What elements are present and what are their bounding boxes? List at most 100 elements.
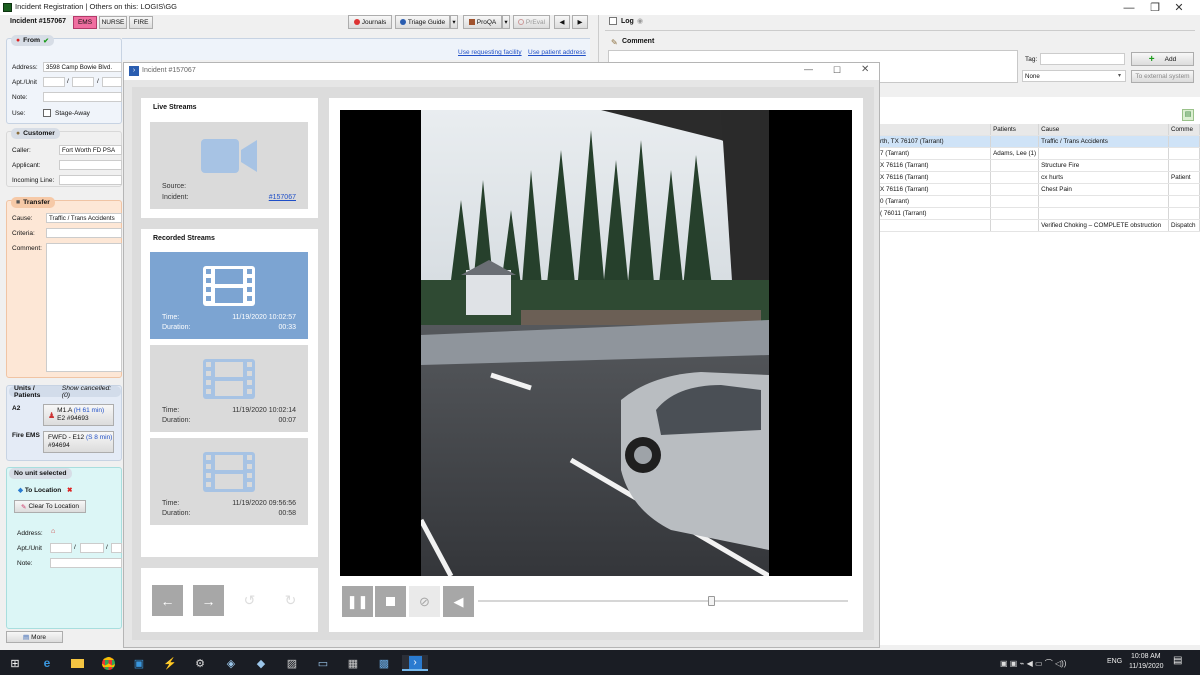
table-row[interactable]: X 76116 (Tarrant) Structure Fire bbox=[878, 159, 1200, 173]
recording-tile-3[interactable]: Time: Duration: 11/19/2020 09:56:56 00:5… bbox=[150, 438, 308, 525]
tag-field[interactable] bbox=[1040, 53, 1125, 65]
caller-label: Caller: bbox=[12, 147, 31, 154]
applicant-field[interactable] bbox=[59, 160, 122, 170]
eye-icon[interactable]: ◉ bbox=[637, 17, 643, 25]
log-checkbox[interactable] bbox=[609, 17, 617, 25]
results-header-cell[interactable]: Patients bbox=[990, 124, 1040, 137]
start-icon[interactable]: ⊞ bbox=[5, 655, 25, 671]
triage-guide-button[interactable]: Triage Guide bbox=[395, 15, 450, 29]
use-requesting-facility-link[interactable]: Use requesting facility bbox=[458, 49, 522, 56]
to-apt-field-3[interactable] bbox=[111, 543, 122, 553]
recording-1-duration: 00:33 bbox=[278, 324, 296, 331]
use-patient-address-link[interactable]: Use patient address bbox=[528, 49, 586, 56]
tab-ems[interactable]: EMS bbox=[73, 16, 97, 29]
title-bar: Incident Registration | Others on this: … bbox=[0, 0, 1200, 15]
dialog-maximize-button[interactable]: ☐ bbox=[833, 65, 841, 76]
results-header-cell[interactable] bbox=[878, 124, 992, 137]
comment-textarea[interactable] bbox=[46, 243, 122, 372]
app-icon-9[interactable]: ▨ bbox=[282, 655, 302, 671]
to-external-button[interactable]: To external system bbox=[1131, 70, 1194, 83]
file-explorer-icon[interactable] bbox=[67, 655, 87, 671]
proqa-icon bbox=[468, 19, 475, 25]
table-row[interactable]: X 76116 (Tarrant) cx hurts Patient bbox=[878, 171, 1200, 184]
more-button[interactable]: ▤ More bbox=[6, 631, 63, 643]
tag-select[interactable]: None bbox=[1022, 70, 1126, 82]
to-apt-field-2[interactable] bbox=[80, 543, 104, 553]
notifications-icon[interactable]: ▤ bbox=[1173, 655, 1182, 666]
app-icon-13-active[interactable]: › bbox=[402, 655, 428, 671]
edge-icon[interactable]: e bbox=[37, 655, 57, 671]
language-indicator[interactable]: ENG bbox=[1107, 658, 1122, 665]
arrow-right-icon[interactable]: → bbox=[193, 585, 224, 616]
app-icon-6[interactable]: ⚙ bbox=[190, 655, 210, 671]
to-note-field[interactable] bbox=[50, 558, 122, 568]
apt-field-1[interactable] bbox=[43, 77, 65, 87]
apt-field-3[interactable] bbox=[102, 77, 122, 87]
close-button[interactable]: ✕ bbox=[1156, 0, 1200, 15]
show-cancelled[interactable]: Show cancelled: (0) bbox=[62, 385, 116, 399]
table-row[interactable]: 0 (Tarrant) bbox=[878, 195, 1200, 208]
recording-tile-1[interactable]: Time: Duration: 11/19/2020 10:02:57 00:3… bbox=[150, 252, 308, 339]
unit-card-e12[interactable]: FWFD - E12 (S 8 min) #94694 bbox=[43, 431, 114, 453]
tray-icons[interactable]: ▣ ▣ ⌁ ◀ ▭ ⌒ ◁)) bbox=[1000, 655, 1085, 671]
transfer-title: Transfer bbox=[23, 199, 50, 206]
to-location-title: To Location bbox=[24, 487, 62, 494]
stop-icon[interactable] bbox=[375, 586, 406, 617]
note-field[interactable] bbox=[43, 92, 122, 102]
to-apt-field-1[interactable] bbox=[50, 543, 72, 553]
results-header-cell[interactable]: Cause bbox=[1038, 124, 1169, 137]
active-app-square: › bbox=[408, 655, 422, 669]
live-incident-link[interactable]: #157067 bbox=[269, 194, 296, 201]
caller-field[interactable]: Fort Worth FD PSA bbox=[59, 145, 122, 155]
prev-arrow-button[interactable]: ◀ bbox=[554, 15, 570, 29]
arrow-left-icon[interactable]: ← bbox=[152, 585, 183, 616]
clock-time[interactable]: 10:08 AM bbox=[1131, 653, 1161, 660]
table-row[interactable]: rth, TX 76107 (Tarrant) Traffic / Trans A… bbox=[878, 135, 1200, 149]
criteria-field[interactable] bbox=[46, 228, 122, 238]
remove-icon[interactable]: ✖ bbox=[67, 487, 72, 494]
rotate-right-icon: ↻ bbox=[284, 592, 297, 608]
app-icon-8[interactable]: ◆ bbox=[251, 655, 271, 671]
dialog-minimize-button[interactable]: — bbox=[804, 64, 813, 74]
table-row[interactable]: ( 76011 (Tarrant) bbox=[878, 207, 1200, 220]
tab-fire[interactable]: FIRE bbox=[129, 16, 153, 29]
dialog-close-button[interactable]: ✕ bbox=[861, 64, 869, 75]
journals-button[interactable]: Journals bbox=[348, 15, 392, 29]
app-icon-10[interactable]: ▭ bbox=[313, 655, 333, 671]
proqa-dropdown[interactable]: ▾ bbox=[502, 15, 510, 29]
volume-icon[interactable]: ◀ bbox=[443, 586, 474, 617]
pause-icon[interactable]: ❚❚ bbox=[342, 586, 373, 617]
cause-field[interactable]: Traffic / Trans Accidents bbox=[46, 213, 122, 223]
stage-away-checkbox[interactable] bbox=[43, 109, 51, 117]
proqa-button[interactable]: ProQA bbox=[463, 15, 502, 29]
video-player[interactable] bbox=[340, 110, 852, 576]
chrome-icon[interactable] bbox=[98, 655, 118, 671]
table-row[interactable]: Verified Choking – COMPLETE obstruction D… bbox=[878, 219, 1200, 232]
table-cell bbox=[1038, 207, 1169, 220]
add-button[interactable]: + Add bbox=[1131, 52, 1194, 66]
recording-tile-2[interactable]: Time: Duration: 11/19/2020 10:02:14 00:0… bbox=[150, 345, 308, 432]
next-arrow-button[interactable]: ▶ bbox=[572, 15, 588, 29]
grid-settings-icon[interactable]: ▤ bbox=[1182, 109, 1194, 121]
preval-button[interactable]: PrEval bbox=[513, 15, 550, 29]
table-row[interactable]: X 76116 (Tarrant) Chest Pain bbox=[878, 183, 1200, 196]
live-stream-tile[interactable]: Source: Incident: #157067 bbox=[150, 122, 308, 209]
table-row[interactable]: 7 (Tarrant) Adams, Lee (1) bbox=[878, 147, 1200, 161]
clock-date[interactable]: 11/19/2020 bbox=[1129, 663, 1164, 670]
seek-thumb[interactable] bbox=[708, 596, 716, 606]
incoming-line-field[interactable] bbox=[59, 175, 122, 185]
app-icon-11[interactable]: ▦ bbox=[343, 655, 363, 671]
app-icon-5[interactable]: ⚡ bbox=[160, 655, 180, 671]
seek-track[interactable] bbox=[478, 600, 848, 602]
results-header-cell[interactable]: Comme bbox=[1168, 124, 1200, 137]
unit-card-m1a[interactable]: ♟ M1.A (H 61 min) E2 #94693 bbox=[43, 404, 114, 426]
app-icon-12[interactable]: ▩ bbox=[374, 655, 394, 671]
video-frame bbox=[421, 110, 769, 576]
triage-dropdown[interactable]: ▾ bbox=[450, 15, 458, 29]
tab-nurse[interactable]: NURSE bbox=[99, 16, 127, 29]
address-field[interactable]: 3598 Camp Bowie Blvd. bbox=[43, 62, 122, 72]
clear-to-location-button[interactable]: ✎ Clear To Location bbox=[14, 500, 86, 513]
app-icon-7[interactable]: ◈ bbox=[221, 655, 241, 671]
store-icon[interactable]: ▣ bbox=[129, 655, 149, 671]
apt-field-2[interactable] bbox=[72, 77, 94, 87]
